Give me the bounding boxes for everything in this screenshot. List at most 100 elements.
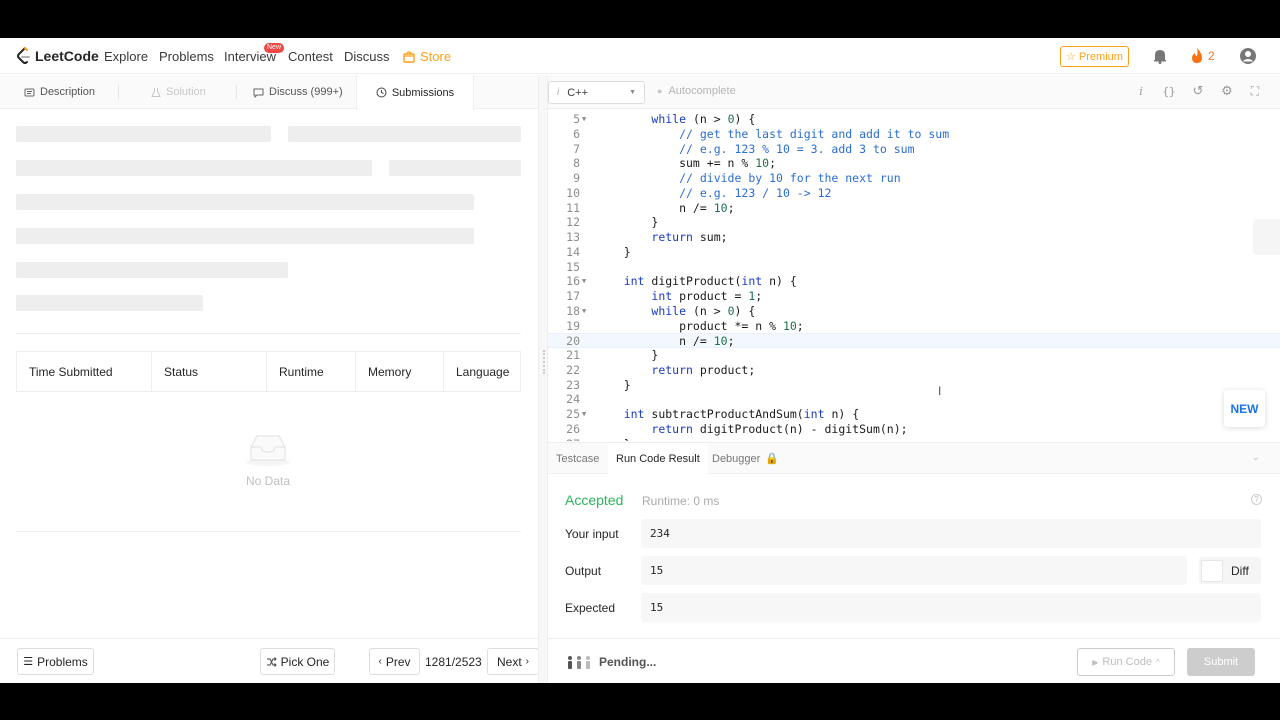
flask-icon [151,87,161,97]
code-line[interactable]: 27 } [548,437,1280,442]
code-line[interactable]: 14 } [548,245,1280,260]
logo[interactable]: LeetCode [16,47,99,65]
code-line[interactable]: 5 ▼ while (n > 0) { [548,112,1280,127]
next-label: Next [496,654,522,669]
code-line[interactable]: 18 ▼ while (n > 0) { [548,304,1280,319]
code-line[interactable]: 13 return sum; [548,230,1280,245]
info-icon[interactable]: i [1134,84,1148,98]
loading-placeholder [16,295,203,311]
premium-button[interactable]: ☆ Premium [1060,46,1129,67]
tab-description[interactable]: Description [24,75,95,109]
line-number: 19 [566,318,580,333]
loading-placeholder [16,160,372,176]
new-feature-button[interactable]: NEW [1224,390,1265,427]
chevron-right-icon: › [525,656,530,667]
run-result-panel: Accepted Runtime: 0 ms ? Your input 234 … [548,475,1280,638]
shuffle-icon [266,656,277,667]
no-data-text: No Data [245,474,291,488]
tab-debugger[interactable]: Debugger 🔒 [712,443,779,474]
braces-icon[interactable]: {} [1162,84,1176,98]
code-text: n /= 10; [596,334,735,349]
tab-submissions[interactable]: Submissions [356,75,474,110]
clock-icon [376,87,387,98]
code-line[interactable]: 25 ▼ int subtractProductAndSum(int n) { [548,407,1280,422]
prev-button[interactable]: ‹ Prev [369,648,420,675]
help-icon[interactable]: ? [1251,494,1262,505]
column-time-submitted[interactable]: Time Submitted [17,352,152,391]
line-number: 21 [566,348,580,362]
submit-button[interactable]: Submit [1187,648,1255,676]
code-line[interactable]: 17 int product = 1; [548,289,1280,304]
bell-icon[interactable] [1151,47,1169,65]
code-line[interactable]: 20 n /= 10; [548,333,1280,349]
avatar-icon[interactable] [1239,47,1257,65]
drag-handle-icon[interactable] [543,350,545,374]
code-line[interactable]: 8 sum += n % 10; [548,156,1280,171]
tab-separator [236,85,237,99]
column-memory[interactable]: Memory [356,352,444,391]
code-line[interactable]: 16 ▼ int digitProduct(int n) { [548,274,1280,289]
run-code-button[interactable]: ▶ Run Code ^ [1077,648,1175,676]
code-line[interactable]: 22 return product; [548,363,1280,378]
code-line[interactable]: 11 n /= 10; [548,201,1280,216]
tab-solution[interactable]: Solution [151,75,206,109]
loading-placeholder [16,228,474,244]
empty-state: No Data [218,433,318,488]
code-line[interactable]: 19 product *= n % 10; [548,319,1280,334]
tab-testcase[interactable]: Testcase [556,443,599,474]
description-icon [24,88,35,96]
code-line[interactable]: 26 return digitProduct(n) - digitSum(n); [548,422,1280,437]
nav-contest[interactable]: Contest [288,49,333,64]
tab-separator [118,85,119,99]
dot-icon: ● [657,86,663,96]
line-number: 17 [566,289,580,303]
autocomplete-toggle[interactable]: ● Autocomplete [657,85,736,97]
diff-toggle[interactable]: Diff [1199,557,1261,584]
problems-list-button[interactable]: ☰ Problems [17,648,94,675]
line-number: 22 [566,362,580,377]
language-select[interactable]: i C++ ▼ [548,81,645,104]
streak-counter[interactable]: 2 [1190,47,1215,64]
tab-discuss-label: Discuss (999+) [269,86,343,98]
side-panel-tab[interactable] [1253,219,1280,255]
code-line[interactable]: 21 } [548,348,1280,363]
code-text: n /= 10; [596,200,735,215]
nav-store[interactable]: Store [403,49,451,64]
next-button[interactable]: Next › [487,648,539,675]
info-icon: i [557,87,560,98]
code-text: } [596,244,631,259]
fold-arrow-icon[interactable]: ▼ [582,304,586,319]
column-status[interactable]: Status [152,352,267,391]
code-line[interactable]: 12 } [548,215,1280,230]
settings-icon[interactable]: ⚙ [1220,83,1234,98]
pick-one-button[interactable]: Pick One [260,648,335,675]
code-line[interactable]: 9 // divide by 10 for the next run [548,171,1280,186]
fold-arrow-icon[interactable]: ▼ [582,112,586,127]
code-line[interactable]: 7 // e.g. 123 % 10 = 3. add 3 to sum [548,142,1280,157]
nav-discuss[interactable]: Discuss [344,49,390,64]
fullscreen-icon[interactable]: ⛶ [1248,84,1262,98]
chevron-down-icon[interactable]: ⌄ [1252,452,1260,463]
diff-switch[interactable] [1201,559,1223,582]
code-line[interactable]: 6 // get the last digit and add it to su… [548,127,1280,142]
code-line[interactable]: 15 [548,260,1280,275]
nav-explore[interactable]: Explore [104,49,148,64]
fold-arrow-icon[interactable]: ▼ [582,274,586,289]
column-runtime[interactable]: Runtime [267,352,356,391]
column-language[interactable]: Language [444,352,520,391]
input-label: Your input [565,527,619,541]
nav-problems[interactable]: Problems [159,49,214,64]
code-editor[interactable]: 5 ▼ while (n > 0) {6 // get the last digi… [548,110,1280,441]
code-line[interactable]: 24 [548,392,1280,407]
reset-icon[interactable]: ↺ [1191,83,1205,98]
tab-discuss[interactable]: Discuss (999+) [253,75,343,109]
code-line[interactable]: 23 } [548,378,1280,393]
people-icon [568,656,590,669]
line-number: 8 [573,156,580,171]
code-text: return sum; [651,230,728,244]
panel-splitter[interactable] [538,75,548,683]
fold-arrow-icon[interactable]: ▼ [582,407,586,422]
tab-run-code-result[interactable]: Run Code Result [608,443,708,474]
console-tabs: Testcase Run Code Result Debugger 🔒 ⌄ [548,442,1280,474]
code-line[interactable]: 10 // e.g. 123 / 10 -> 12 [548,186,1280,201]
